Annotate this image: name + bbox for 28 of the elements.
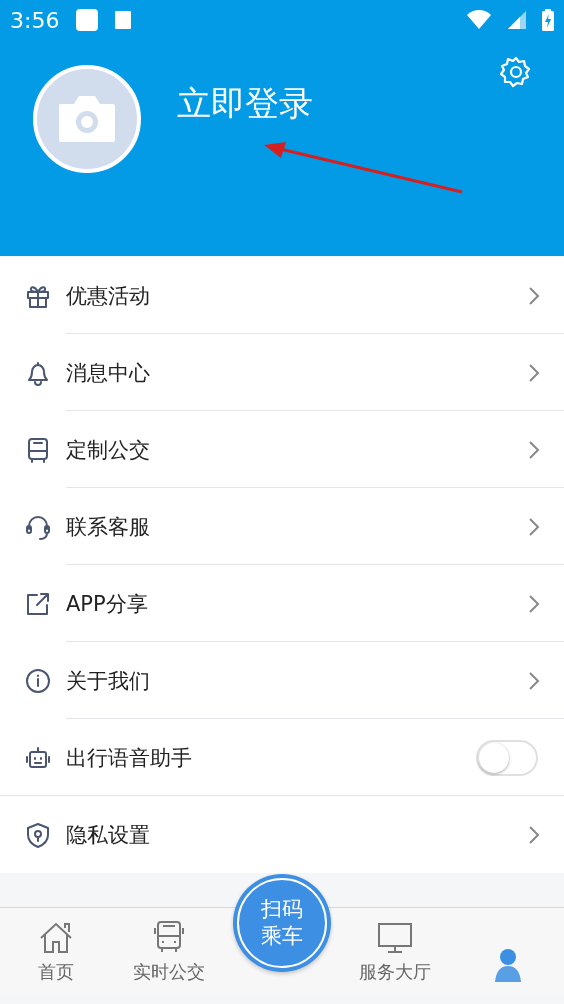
signal-icon [508,11,526,29]
nav-tab[interactable]: 首页 [0,908,113,994]
shield-icon [24,820,52,849]
battery-icon [542,9,554,31]
status-time: 3:56 [10,7,60,33]
wifi-icon [466,10,492,30]
menu-item[interactable]: APP分享 [0,565,564,642]
settings-icon[interactable] [500,56,532,88]
menu-item[interactable]: 联系客服 [0,488,564,565]
chevron-icon [528,593,540,614]
menu-item[interactable]: 关于我们 [0,642,564,719]
info-icon [24,666,52,695]
menu-item[interactable]: 定制公交 [0,411,564,488]
chevron-icon [528,516,540,537]
voice-assistant-toggle[interactable] [476,739,538,776]
chevron-icon [528,439,540,460]
chevron-icon [528,670,540,691]
chevron-icon [528,824,540,845]
nav-tab[interactable]: 服务大厅 [338,908,452,994]
camera-icon [57,96,117,142]
menu-item[interactable]: 优惠活动 [0,257,564,334]
menu-item[interactable]: 消息中心 [0,334,564,411]
notification-icon [75,8,100,32]
menu-item[interactable]: 出行语音助手 [0,719,564,796]
chevron-icon [528,362,540,383]
nav-tab[interactable]: 实时公交 [112,908,226,994]
chevron-icon [528,285,540,306]
menu-item[interactable]: 隐私设置 [0,796,564,873]
